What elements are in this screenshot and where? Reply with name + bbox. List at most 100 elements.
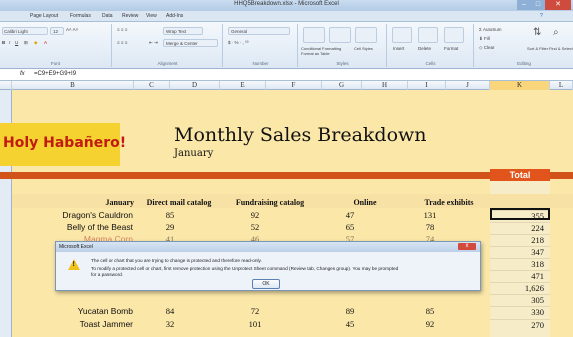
currency-icon[interactable]: $ · % · , ⁰⁰ [228, 40, 249, 46]
font-name-select[interactable]: Calibri Light [2, 27, 48, 35]
value-cell[interactable]: 92 [235, 210, 275, 220]
value-cell[interactable]: 29 [150, 222, 190, 232]
column-header-d[interactable]: D [170, 81, 220, 90]
column-header-h[interactable]: H [362, 81, 408, 90]
value-cell[interactable]: 84 [150, 306, 190, 316]
value-cell[interactable]: 45 [330, 319, 370, 329]
maximize-button[interactable]: □ [531, 0, 545, 10]
formula-bar: fx =C9+E9+G9+I9 [0, 69, 573, 81]
merge-center-button[interactable]: Merge & Center [163, 39, 218, 47]
product-name[interactable]: Yucatan Bomb [15, 306, 133, 316]
ok-button[interactable]: OK [252, 279, 280, 289]
value-cell[interactable]: 101 [235, 319, 275, 329]
fill-color-icon[interactable]: ◆ [34, 40, 37, 46]
cell-styles-button[interactable] [355, 27, 377, 43]
fx-icon[interactable]: fx [20, 71, 25, 77]
total-header: Total [490, 169, 550, 181]
value-cell[interactable]: 78 [410, 222, 450, 232]
total-cell[interactable]: 330 [490, 306, 550, 317]
column-header-i[interactable]: I [408, 81, 446, 90]
header-divider-bar [0, 172, 573, 179]
autosum-icon[interactable]: Σ AutoSum [479, 27, 502, 32]
header-online: Online [353, 198, 377, 207]
column-header-j[interactable]: J [446, 81, 490, 90]
column-header-e[interactable]: E [220, 81, 266, 90]
total-cell[interactable]: 1,626 [490, 282, 550, 293]
tab-add-ins[interactable]: Add-Ins [166, 13, 183, 19]
conditional-formatting-button[interactable] [303, 27, 325, 43]
product-name[interactable]: Dragon's Cauldron [15, 210, 133, 220]
total-cell[interactable]: 305 [490, 294, 550, 305]
fill-icon[interactable]: ⬇ Fill [479, 36, 490, 42]
column-header-k[interactable]: K [490, 81, 550, 90]
styles-group: Conditional Formatting Format as Table C… [299, 24, 387, 67]
number-format-select[interactable]: General [228, 27, 290, 35]
total-cell[interactable]: 318 [490, 258, 550, 269]
indent-icon[interactable]: ⇤ ⇥ [149, 40, 158, 46]
table-row: Toast Jammer 32 101 45 92 [0, 319, 573, 330]
delete-cells-button[interactable] [418, 27, 438, 43]
header-direct-mail: Direct mail catalog [146, 198, 212, 207]
dialog-close-button[interactable]: x [458, 243, 476, 250]
help-icon[interactable]: ? [540, 13, 543, 19]
window-titlebar: HHQ5Breakdown.xlsx - Microsoft Excel – □… [0, 0, 573, 11]
tab-page-layout[interactable]: Page Layout [30, 13, 58, 19]
dialog-title: Microsoft Excel [56, 242, 480, 252]
formula-input[interactable]: =C9+E9+G9+I9 [34, 71, 76, 77]
align-top-icon[interactable]: ≡ ≡ ≡ [117, 27, 127, 32]
minimize-button[interactable]: – [517, 0, 531, 10]
product-name[interactable]: Toast Jammer [15, 319, 133, 329]
value-cell[interactable]: 47 [330, 210, 370, 220]
total-cell[interactable]: 270 [490, 319, 550, 330]
format-cells-button[interactable] [444, 27, 464, 43]
select-all-corner[interactable] [0, 81, 12, 90]
total-cell[interactable]: 224 [490, 222, 550, 233]
tab-formulas[interactable]: Formulas [70, 13, 91, 19]
bold-icon[interactable]: B [2, 40, 5, 45]
tab-review[interactable]: Review [122, 13, 138, 19]
clear-icon[interactable]: ◇ Clear [479, 45, 494, 51]
value-cell[interactable]: 85 [150, 210, 190, 220]
column-header-g[interactable]: G [322, 81, 362, 90]
header-fundraising: Fundraising catalog [235, 198, 305, 207]
tab-view[interactable]: View [146, 13, 157, 19]
table-row: Belly of the Beast 29 52 65 78 [0, 222, 573, 233]
product-name[interactable]: Belly of the Beast [15, 222, 133, 232]
italic-icon[interactable]: I [9, 40, 10, 45]
sheet-title: Monthly Sales Breakdown [174, 124, 427, 146]
header-january: January [105, 198, 134, 207]
wrap-text-button[interactable]: Wrap Text [163, 27, 203, 35]
value-cell[interactable]: 89 [330, 306, 370, 316]
value-cell[interactable]: 85 [410, 306, 450, 316]
column-header-c[interactable]: C [134, 81, 170, 90]
total-cell[interactable]: 347 [490, 246, 550, 257]
column-header-f[interactable]: F [266, 81, 322, 90]
value-cell[interactable]: 72 [235, 306, 275, 316]
column-header-b[interactable]: B [12, 81, 134, 90]
value-cell[interactable]: 32 [150, 319, 190, 329]
tab-data[interactable]: Data [102, 13, 113, 19]
close-window-button[interactable]: ✕ [545, 0, 571, 10]
sort-filter-button[interactable]: Sort & Filter [527, 46, 548, 51]
total-cell[interactable]: 471 [490, 270, 550, 281]
underline-icon[interactable]: U [15, 40, 18, 45]
header-trade-exhibits: Trade exhibits [424, 198, 474, 207]
column-header-l[interactable]: L [550, 81, 573, 90]
insert-cells-button[interactable] [392, 27, 412, 43]
dialog-message-line3: for a password. [91, 272, 124, 277]
value-cell[interactable]: 92 [410, 319, 450, 329]
format-as-table-button[interactable] [329, 27, 351, 43]
ribbon: Calibri Light 12 A˄ A˅ B I U ⊞ ◆ A Font … [0, 22, 573, 69]
align-left-icon[interactable]: ≡ ≡ ≡ [117, 40, 127, 45]
grow-font-icon[interactable]: A˄ A˅ [66, 27, 78, 32]
font-color-icon[interactable]: A [44, 40, 47, 45]
border-icon[interactable]: ⊞ [24, 40, 28, 46]
value-cell[interactable]: 131 [410, 210, 450, 220]
alignment-group: ≡ ≡ ≡ ≡ ≡ ≡ ⇤ ⇥ Wrap Text Merge & Center… [113, 24, 223, 67]
value-cell[interactable]: 65 [330, 222, 370, 232]
value-cell[interactable]: 52 [235, 222, 275, 232]
font-size-select[interactable]: 12 [50, 27, 64, 35]
find-select-button[interactable]: Find & Select [549, 46, 573, 51]
total-cell[interactable]: 218 [490, 234, 550, 245]
number-group: General $ · % · , ⁰⁰ Number [224, 24, 298, 67]
